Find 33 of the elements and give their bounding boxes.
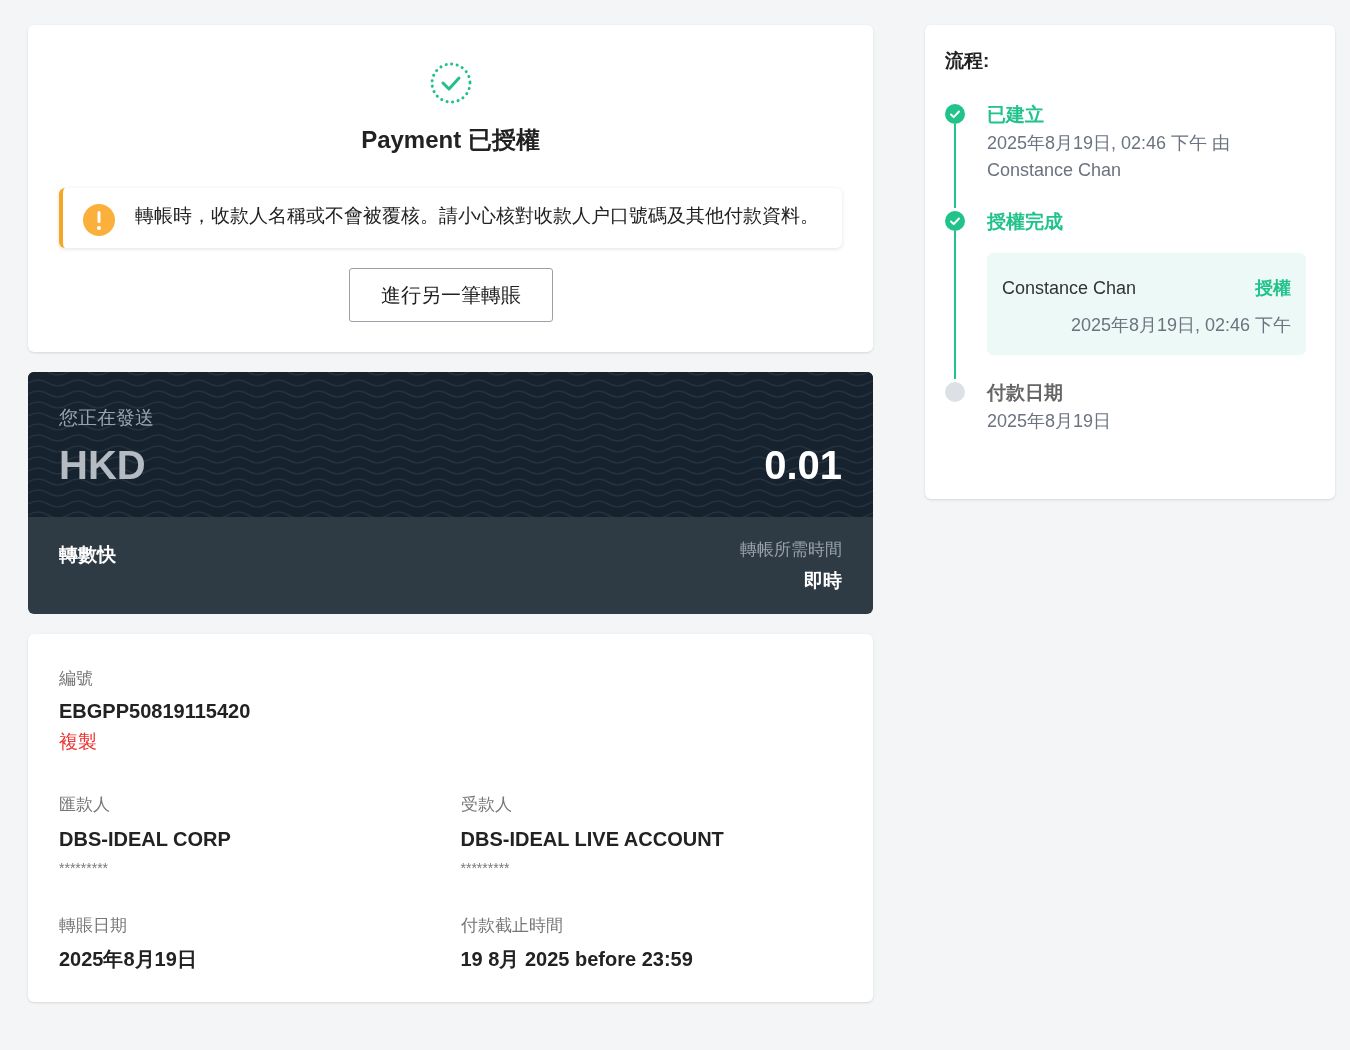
field-value: DBS-IDEAL CORP [59, 826, 231, 852]
step-title: 授權完成 [987, 210, 1063, 234]
approval-action: 授權 [1255, 276, 1291, 300]
step-title: 付款日期 [987, 380, 1063, 405]
copy-link[interactable]: 複製 [59, 727, 97, 756]
field-label: 受款人 [460, 794, 512, 816]
step-detail: 2025年8月19日 [987, 410, 1113, 433]
approver-name: Constance Chan [1002, 276, 1137, 300]
warning-icon [83, 204, 115, 236]
field-label: 轉賬日期 [59, 914, 127, 937]
transfer-time-value: 即時 [804, 568, 842, 593]
field-value: 19 8月 2025 before 23:59 [460, 947, 693, 972]
masked-account: ********* [460, 858, 510, 878]
sending-label: 您正在發送 [59, 406, 154, 430]
check-circle-icon [429, 62, 472, 104]
field-value: DBS-IDEAL LIVE ACCOUNT [460, 826, 724, 852]
amount-value: 0.01 [764, 441, 842, 489]
reference-number: EBGPP50819115420 [59, 698, 251, 724]
new-transfer-button[interactable]: 進行另一筆轉賬 [348, 268, 553, 322]
transfer-method: 轉數快 [59, 543, 116, 567]
workflow-title: 流程: [945, 49, 990, 73]
field-label: 付款截止時間 [460, 914, 563, 937]
transfer-time-label: 轉帳所需時間 [740, 539, 842, 561]
warning-text: 轉帳時，收款人名稱或不會被覆核。請小心核對收款人户口號碼及其他付款資料。 [135, 204, 819, 228]
field-label: 匯款人 [59, 794, 110, 816]
status-title: Payment 已授權 [361, 125, 540, 155]
masked-account: ********* [59, 858, 109, 878]
reference-label: 編號 [59, 668, 93, 690]
approval-time: 2025年8月19日, 02:46 下午 [1070, 313, 1291, 337]
step-title: 已建立 [987, 102, 1044, 127]
currency-code: HKD [59, 441, 146, 489]
field-value: 2025年8月19日 [59, 947, 197, 972]
step-detail: 2025年8月19日, 02:46 下午 由 Constance Chan [987, 132, 1232, 182]
